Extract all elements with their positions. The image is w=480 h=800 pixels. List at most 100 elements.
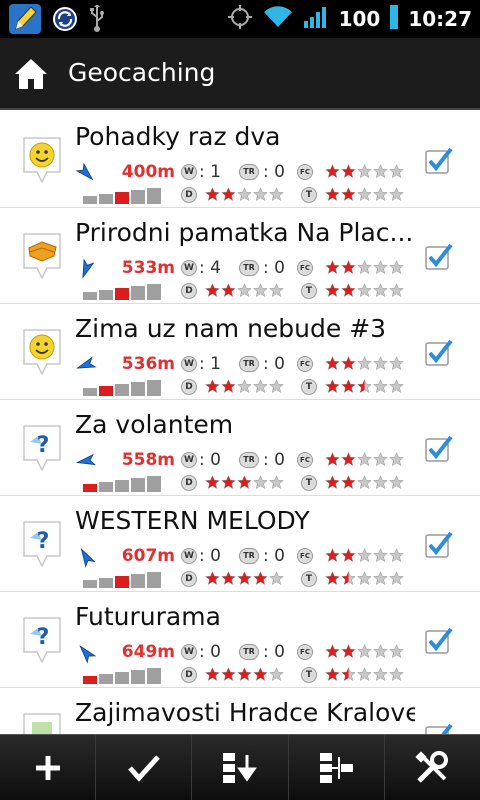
cache-type-icon [20,710,64,734]
size-indicator [83,474,161,492]
watch-count: : 4 [199,258,221,278]
cache-name: Za volantem [75,410,234,439]
terrain-badge-icon: T [301,379,317,395]
direction-arrow-icon [75,162,97,188]
watch-badge-icon: W [181,452,197,468]
select-checkbox[interactable] [424,626,454,660]
favorites-badge-icon: FC [297,356,313,372]
svg-text:?: ? [37,529,50,554]
watch-badge-icon: W [181,260,197,276]
cache-stats: 649m W: 0 TR: 0 FC [75,642,415,664]
cache-type-icon [20,326,64,380]
tools-icon [415,750,449,783]
size-indicator [83,282,161,300]
sort-icon [223,752,257,783]
cache-row[interactable]: ? Za volantem 558m W: 0 TR: 0 FC D T [0,400,480,496]
watch-count: : 0 [199,450,221,470]
cache-type-icon: ? [20,518,64,572]
cache-stats: 536m W: 1 TR: 0 FC [75,354,415,376]
cache-distance: 536m [121,354,175,374]
tree-icon [320,752,354,783]
sync-icon [52,6,78,36]
cache-row[interactable]: Zajimavosti Hradce Kralove [0,688,480,734]
cache-distance: 558m [121,450,175,470]
watch-badge-icon: W [181,164,197,180]
favorites-stars [325,260,404,275]
select-checkbox[interactable] [424,530,454,564]
cache-row[interactable]: Prirodni pamatka Na Plac... 533m W: 4 TR: 0… [0,208,480,304]
cache-type-icon: ? [20,422,64,476]
cache-row[interactable]: ? Futururama 649m W: 0 TR: 0 FC D T [0,592,480,688]
add-button[interactable] [0,735,97,800]
trackables-badge-icon: TR [239,452,259,468]
direction-arrow-icon [75,546,97,572]
direction-arrow-icon [75,258,97,284]
cache-ratings: DT [75,378,415,398]
title-bar: Geocaching [0,38,480,110]
gps-icon [227,4,253,34]
trackables-badge-icon: TR [239,164,259,180]
cache-list[interactable]: Pohadky raz dva 400m W: 1 TR: 0 FC D T Prirodni… [0,112,480,734]
difficulty-badge-icon: D [181,571,197,587]
terrain-badge-icon: T [301,475,317,491]
terrain-stars [325,571,404,586]
cache-stats: 533m W: 4 TR: 0 FC [75,258,415,280]
size-indicator [83,378,161,396]
favorites-badge-icon: FC [297,164,313,180]
clock: 10:27 [408,7,472,31]
select-checkbox[interactable] [424,434,454,468]
difficulty-badge-icon: D [181,187,197,203]
difficulty-badge-icon: D [181,475,197,491]
select-checkbox[interactable] [424,146,454,180]
hierarchy-button[interactable] [289,735,385,800]
favorites-stars [325,548,404,563]
watch-count: : 0 [199,642,221,662]
svg-text:?: ? [37,433,50,458]
cache-name: Futururama [75,602,221,631]
cache-row[interactable]: Pohadky raz dva 400m W: 1 TR: 0 FC D T [0,112,480,208]
direction-arrow-icon [75,354,97,380]
direction-arrow-icon [75,642,97,668]
difficulty-stars [205,283,284,298]
favorites-badge-icon: FC [297,452,313,468]
watch-count: : 1 [199,354,221,374]
cache-distance: 400m [121,162,175,182]
trackables-count: : 0 [263,354,285,374]
difficulty-stars [205,571,284,586]
watch-badge-icon: W [181,644,197,660]
cache-name: Zima uz nam nebude #3 [75,314,387,343]
select-checkbox[interactable] [424,242,454,276]
select-checkbox[interactable] [424,722,454,734]
terrain-stars [325,667,404,682]
select-button[interactable] [96,735,193,800]
size-indicator [83,570,161,588]
favorites-badge-icon: FC [297,548,313,564]
terrain-badge-icon: T [301,571,317,587]
sort-button[interactable] [192,735,289,800]
size-indicator [83,186,161,204]
cache-distance: 649m [121,642,175,662]
direction-arrow-icon [75,450,97,476]
tools-button[interactable] [385,735,480,800]
watch-count: : 0 [199,546,221,566]
cache-ratings: DT [75,666,415,686]
trackables-count: : 0 [263,258,285,278]
pencil-app-icon [8,3,42,39]
difficulty-badge-icon: D [181,379,197,395]
battery-level: 100 [338,7,381,31]
cache-distance: 607m [121,546,175,566]
svg-text:?: ? [37,625,50,650]
trackables-badge-icon: TR [239,548,259,564]
terrain-stars [325,379,404,394]
favorites-stars [325,356,404,371]
terrain-stars [325,283,404,298]
trackables-count: : 0 [263,642,285,662]
cache-type-icon [20,134,64,188]
cache-row[interactable]: Zima uz nam nebude #3 536m W: 1 TR: 0 FC D T [0,304,480,400]
cache-type-icon: ? [20,614,64,668]
home-icon[interactable] [12,56,50,96]
cache-row[interactable]: ? WESTERN MELODY 607m W: 0 TR: 0 FC D T [0,496,480,592]
battery-icon [390,4,399,34]
select-checkbox[interactable] [424,338,454,372]
watch-badge-icon: W [181,548,197,564]
